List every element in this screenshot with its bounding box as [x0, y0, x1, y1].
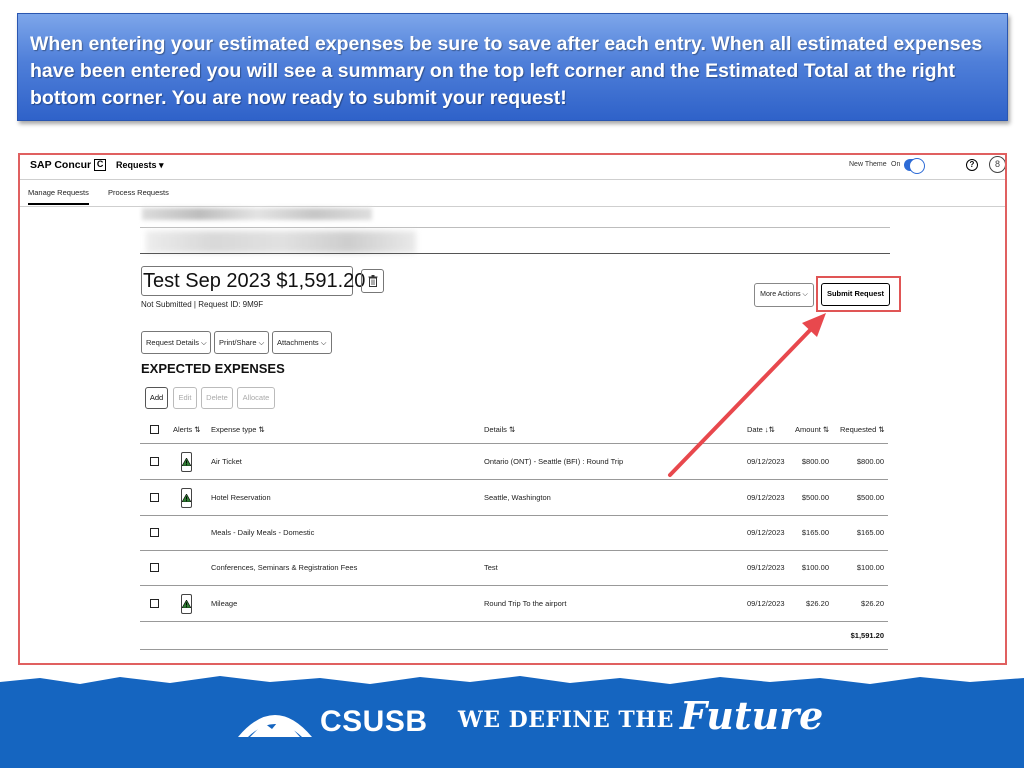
alert-badge: [181, 594, 192, 614]
blurred-info: [142, 208, 372, 220]
expense-type-cell[interactable]: Air Ticket: [211, 457, 242, 466]
brand-name: SAP Concur: [30, 159, 92, 171]
row-checkbox[interactable]: [150, 493, 159, 502]
theme-toggle[interactable]: [904, 158, 925, 174]
instruction-text: When entering your estimated expenses be…: [30, 33, 983, 109]
row-checkbox[interactable]: [150, 528, 159, 537]
expense-type-cell[interactable]: Mileage: [211, 599, 237, 608]
app-logo[interactable]: SAP Concur C: [30, 159, 107, 171]
details-cell: Seattle, Washington: [484, 493, 551, 502]
divider: [140, 227, 890, 228]
estimated-total: $1,591.20: [850, 631, 884, 640]
request-title: Test Sep 2023 $1,591.20: [141, 266, 365, 296]
tab-manage-requests[interactable]: Manage Requests: [28, 188, 89, 205]
delete-button[interactable]: Delete: [201, 387, 233, 409]
edit-button[interactable]: Edit: [173, 387, 197, 409]
warning-icon: [182, 600, 191, 608]
row-divider: [140, 621, 888, 622]
warning-icon: [182, 458, 191, 466]
requested-cell: $800.00: [856, 457, 884, 466]
row-checkbox[interactable]: [150, 599, 159, 608]
section-title: EXPECTED EXPENSES: [141, 361, 285, 376]
trash-icon: [368, 275, 377, 287]
amount-cell: $100.00: [801, 563, 829, 572]
header-requested[interactable]: Requested ⇅: [840, 425, 885, 434]
date-cell: 09/12/2023: [747, 528, 785, 537]
row-divider: [140, 479, 888, 480]
details-cell: Test: [484, 563, 498, 572]
table-divider: [140, 649, 888, 650]
delete-request-button[interactable]: [361, 269, 384, 293]
theme-state-label: On: [891, 161, 901, 168]
more-actions-button[interactable]: More Actions ⌵: [754, 283, 814, 307]
help-icon[interactable]: ?: [966, 159, 978, 171]
details-cell: Round Trip To the airport: [484, 599, 567, 608]
sub-navigation: Manage Requests Process Requests: [20, 180, 1005, 207]
amount-cell: $26.20: [806, 599, 829, 608]
header-alerts[interactable]: Alerts ⇅: [173, 425, 201, 434]
row-checkbox[interactable]: [150, 563, 159, 572]
top-bar: SAP Concur C Requests ▾ New Theme On ? 8: [20, 155, 1005, 180]
amount-cell: $165.00: [801, 528, 829, 537]
tab-process-requests[interactable]: Process Requests: [108, 188, 169, 197]
alert-badge: [181, 488, 192, 508]
date-cell: 09/12/2023: [747, 493, 785, 502]
select-all-checkbox[interactable]: [150, 425, 159, 434]
amount-cell: $500.00: [801, 493, 829, 502]
header-date[interactable]: Date ↓⇅: [747, 425, 775, 434]
expense-type-cell[interactable]: Meals - Daily Meals - Domestic: [211, 528, 314, 537]
row-checkbox[interactable]: [150, 457, 159, 466]
expense-type-cell[interactable]: Hotel Reservation: [211, 493, 271, 502]
submit-request-button[interactable]: Submit Request: [821, 283, 890, 306]
add-button[interactable]: Add: [145, 387, 168, 409]
table-divider: [140, 443, 888, 444]
requested-cell: $500.00: [856, 493, 884, 502]
requested-cell: $100.00: [856, 563, 884, 572]
request-details-dropdown[interactable]: Request Details ⌵: [141, 331, 211, 354]
tagline-script: Future: [680, 693, 824, 738]
divider: [140, 253, 890, 254]
request-status: Not Submitted | Request ID: 9M9F: [141, 300, 264, 309]
row-divider: [140, 585, 888, 586]
blurred-info: [146, 231, 416, 253]
date-cell: 09/12/2023: [747, 457, 785, 466]
logo-text: CSUSB: [320, 705, 428, 738]
row-divider: [140, 515, 888, 516]
header-expense-type[interactable]: Expense type ⇅: [211, 425, 265, 434]
new-theme-label: New Theme: [849, 161, 887, 168]
attachments-dropdown[interactable]: Attachments ⌵: [272, 331, 332, 354]
brand-mark: C: [94, 159, 107, 171]
requested-cell: $26.20: [861, 599, 884, 608]
details-cell: Ontario (ONT) - Seattle (BFI) : Round Tr…: [484, 457, 624, 466]
requested-cell: $165.00: [856, 528, 884, 537]
header-details[interactable]: Details ⇅: [484, 425, 515, 434]
amount-cell: $800.00: [801, 457, 829, 466]
header-amount[interactable]: Amount ⇅: [795, 425, 829, 434]
print-share-dropdown[interactable]: Print/Share ⌵: [214, 331, 269, 354]
row-divider: [140, 550, 888, 551]
warning-icon: [182, 494, 191, 502]
allocate-button[interactable]: Allocate: [237, 387, 275, 409]
csusb-logo: CSUSB: [236, 705, 428, 739]
date-cell: 09/12/2023: [747, 599, 785, 608]
mountain-logo-icon: [238, 715, 312, 737]
instruction-banner: When entering your estimated expenses be…: [17, 13, 1008, 121]
tagline: WE DEFINE THE: [458, 707, 674, 733]
profile-icon[interactable]: 8: [989, 156, 1005, 173]
concur-screenshot: SAP Concur C Requests ▾ New Theme On ? 8…: [18, 153, 1007, 665]
date-cell: 09/12/2023: [747, 563, 785, 572]
alert-badge: [181, 452, 192, 472]
requests-menu[interactable]: Requests ▾: [116, 160, 164, 171]
expense-type-cell[interactable]: Conferences, Seminars & Registration Fee…: [211, 563, 357, 572]
